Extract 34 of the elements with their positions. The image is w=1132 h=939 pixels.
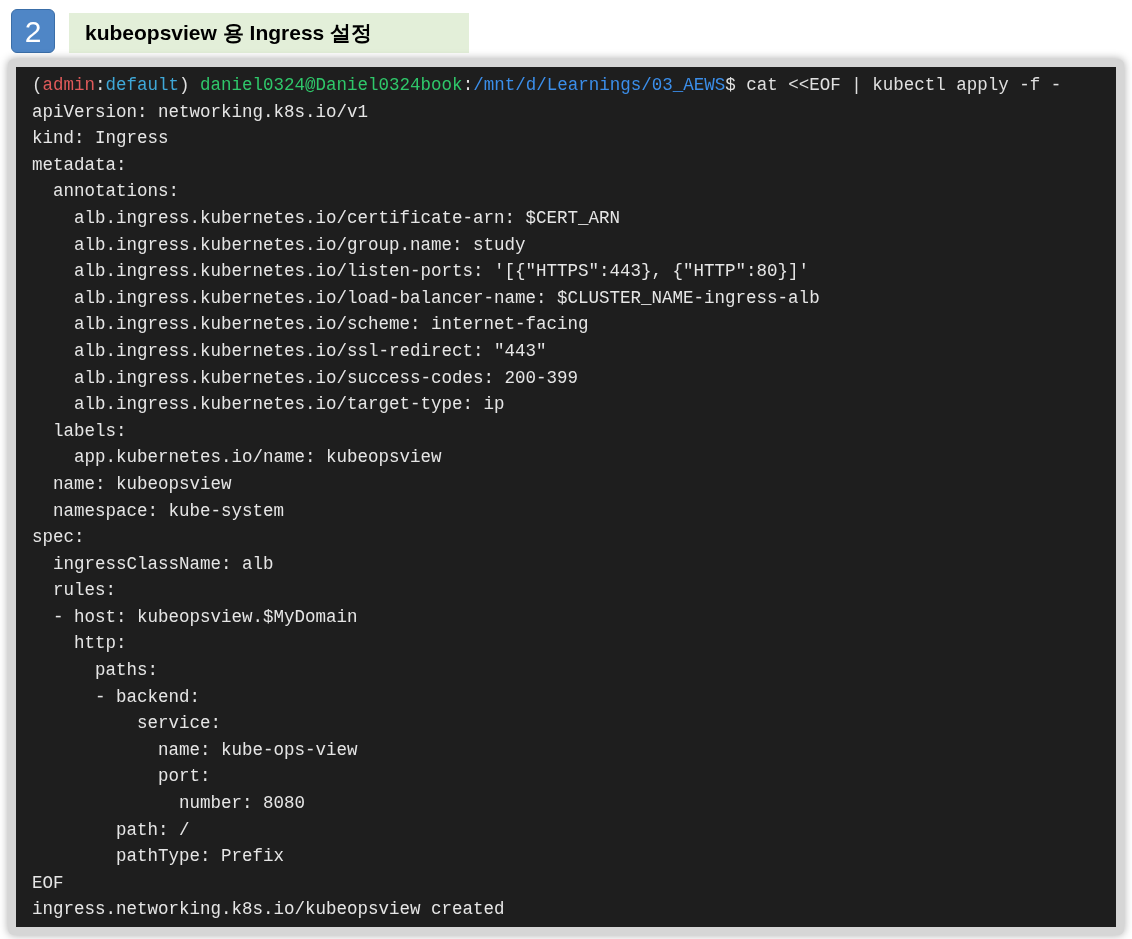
terminal-line: metadata: bbox=[32, 153, 127, 177]
terminal-line: labels: bbox=[52, 419, 127, 443]
terminal-line: alb.ingress.kubernetes.io/target-type: ip bbox=[73, 393, 505, 417]
terminal-line: number: 8080 bbox=[178, 792, 306, 816]
terminal-line: spec: bbox=[32, 526, 85, 550]
terminal-line: path: / bbox=[115, 818, 190, 842]
terminal-line: - host: kubeopsview.$MyDomain bbox=[52, 605, 358, 629]
terminal-line: alb.ingress.kubernetes.io/ssl-redirect: "443" bbox=[73, 339, 547, 363]
terminal-line: service: bbox=[136, 712, 222, 736]
terminal-line: ingress.networking.k8s.io/kubeopsview created bbox=[32, 898, 505, 922]
terminal-line: ingressClassName: alb bbox=[52, 552, 274, 576]
step-number-badge: 2 bbox=[11, 9, 55, 53]
terminal-line: alb.ingress.kubernetes.io/group.name: study bbox=[73, 233, 526, 257]
terminal-line: namespace: kube-system bbox=[52, 499, 285, 523]
terminal-line: alb.ingress.kubernetes.io/load-balancer-name: $CLUSTER_NAME-ingress-alb bbox=[73, 286, 820, 310]
terminal-line: kind: Ingress bbox=[32, 127, 169, 151]
terminal-prompt: (admin:default) daniel0324@Daniel0324book:/mnt/d/Learnings/03_AEWS$ cat <<EOF | kubectl apply -f - bbox=[32, 74, 1063, 97]
terminal-line: apiVersion: networking.k8s.io/v1 bbox=[32, 100, 369, 124]
terminal-line: paths: bbox=[94, 659, 159, 683]
terminal-line: alb.ingress.kubernetes.io/scheme: internet-facing bbox=[73, 313, 589, 337]
step-title: kubeopsview 용 Ingress 설정 bbox=[69, 13, 469, 53]
terminal-line: port: bbox=[157, 765, 211, 789]
terminal-line: annotations: bbox=[52, 180, 180, 204]
terminal-line: alb.ingress.kubernetes.io/success-codes: 200-399 bbox=[73, 366, 579, 390]
terminal-line: name: kube-ops-view bbox=[157, 738, 358, 762]
terminal-line: http: bbox=[73, 632, 127, 656]
terminal-line: app.kubernetes.io/name: kubeopsview bbox=[73, 446, 442, 470]
terminal-line: pathType: Prefix bbox=[115, 845, 285, 869]
terminal-line: EOF bbox=[32, 871, 64, 895]
terminal-line: rules: bbox=[52, 579, 116, 603]
terminal-line: alb.ingress.kubernetes.io/listen-ports: '[{"HTTPS":443}, {"HTTP":80}]' bbox=[73, 260, 810, 284]
terminal-line: alb.ingress.kubernetes.io/certificate-arn: $CERT_ARN bbox=[73, 206, 621, 230]
terminal-line: - backend: bbox=[94, 685, 201, 709]
terminal-line: name: kubeopsview bbox=[52, 472, 232, 496]
